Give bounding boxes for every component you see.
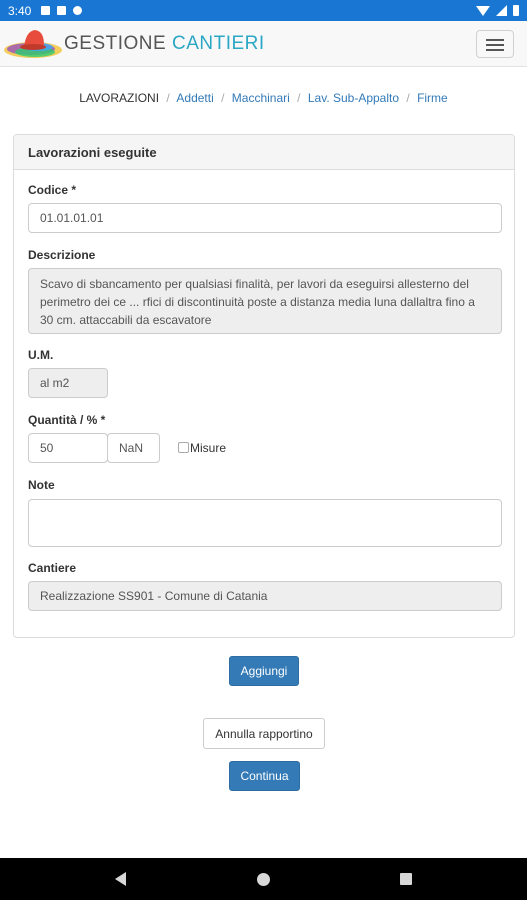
descrizione-label: Descrizione xyxy=(28,248,96,262)
menu-bar-icon xyxy=(486,44,504,46)
battery-icon xyxy=(513,5,519,16)
menu-bar-icon xyxy=(486,39,504,41)
quantita-label: Quantità / % * xyxy=(28,413,106,427)
status-bar: 3:40 xyxy=(0,0,527,21)
um-label: U.M. xyxy=(28,348,54,362)
misure-label[interactable]: Misure xyxy=(190,441,226,455)
lavorazioni-card: Lavorazioni eseguite Codice * 01.01.01.0… xyxy=(13,134,515,638)
brand-part2: CANTIERI xyxy=(171,33,265,54)
app-header: GESTIONE CANTIERI xyxy=(0,21,527,67)
menu-bar-icon xyxy=(486,49,504,51)
breadcrumb-link-firme[interactable]: Firme xyxy=(417,91,448,105)
breadcrumb-separator: / xyxy=(406,91,410,105)
recent-apps-icon[interactable] xyxy=(400,873,412,885)
breadcrumb-link-subappalto[interactable]: Lav. Sub-Appalto xyxy=(308,91,399,105)
cantiere-label: Cantiere xyxy=(28,561,77,575)
back-icon[interactable] xyxy=(115,872,126,886)
breadcrumb-separator: / xyxy=(297,91,301,105)
breadcrumb-link-addetti[interactable]: Addetti xyxy=(176,91,213,105)
um-input[interactable]: al m2 xyxy=(28,368,108,398)
system-navigation-bar xyxy=(0,858,527,900)
note-textarea[interactable] xyxy=(28,499,502,547)
codice-input[interactable]: 01.01.01.01 xyxy=(28,203,502,233)
descrizione-textarea[interactable]: Scavo di sbancamento per qualsiasi final… xyxy=(28,268,502,334)
sync-icon xyxy=(73,6,83,15)
misure-checkbox[interactable] xyxy=(178,442,189,453)
aggiungi-button[interactable]: Aggiungi xyxy=(229,656,299,686)
hamburger-menu-button[interactable] xyxy=(476,30,514,58)
note-label: Note xyxy=(28,478,55,492)
sim-icon xyxy=(57,6,67,15)
percent-input[interactable]: NaN xyxy=(107,433,160,463)
breadcrumb: LAVORAZIONI / Addetti / Macchinari / Lav… xyxy=(0,91,527,105)
breadcrumb-current: LAVORAZIONI xyxy=(79,91,160,105)
breadcrumb-separator: / xyxy=(166,91,170,105)
status-time: 3:40 xyxy=(8,3,32,18)
breadcrumb-link-macchinari[interactable]: Macchinari xyxy=(232,91,290,105)
codice-label: Codice * xyxy=(28,183,77,197)
quantita-input[interactable]: 50 xyxy=(28,433,108,463)
app-brand: GESTIONE CANTIERI xyxy=(64,33,265,55)
notification-icon xyxy=(41,6,51,15)
app-logo-icon xyxy=(4,30,62,58)
continua-button[interactable]: Continua xyxy=(229,761,300,791)
card-title: Lavorazioni eseguite xyxy=(14,135,514,170)
annulla-rapportino-button[interactable]: Annulla rapportino xyxy=(203,718,325,749)
brand-part1: GESTIONE xyxy=(64,33,167,54)
signal-icon xyxy=(496,5,507,16)
cantiere-input[interactable]: Realizzazione SS901 - Comune di Catania xyxy=(28,581,502,611)
wifi-icon xyxy=(476,5,490,16)
home-icon[interactable] xyxy=(257,873,270,886)
breadcrumb-separator: / xyxy=(221,91,225,105)
